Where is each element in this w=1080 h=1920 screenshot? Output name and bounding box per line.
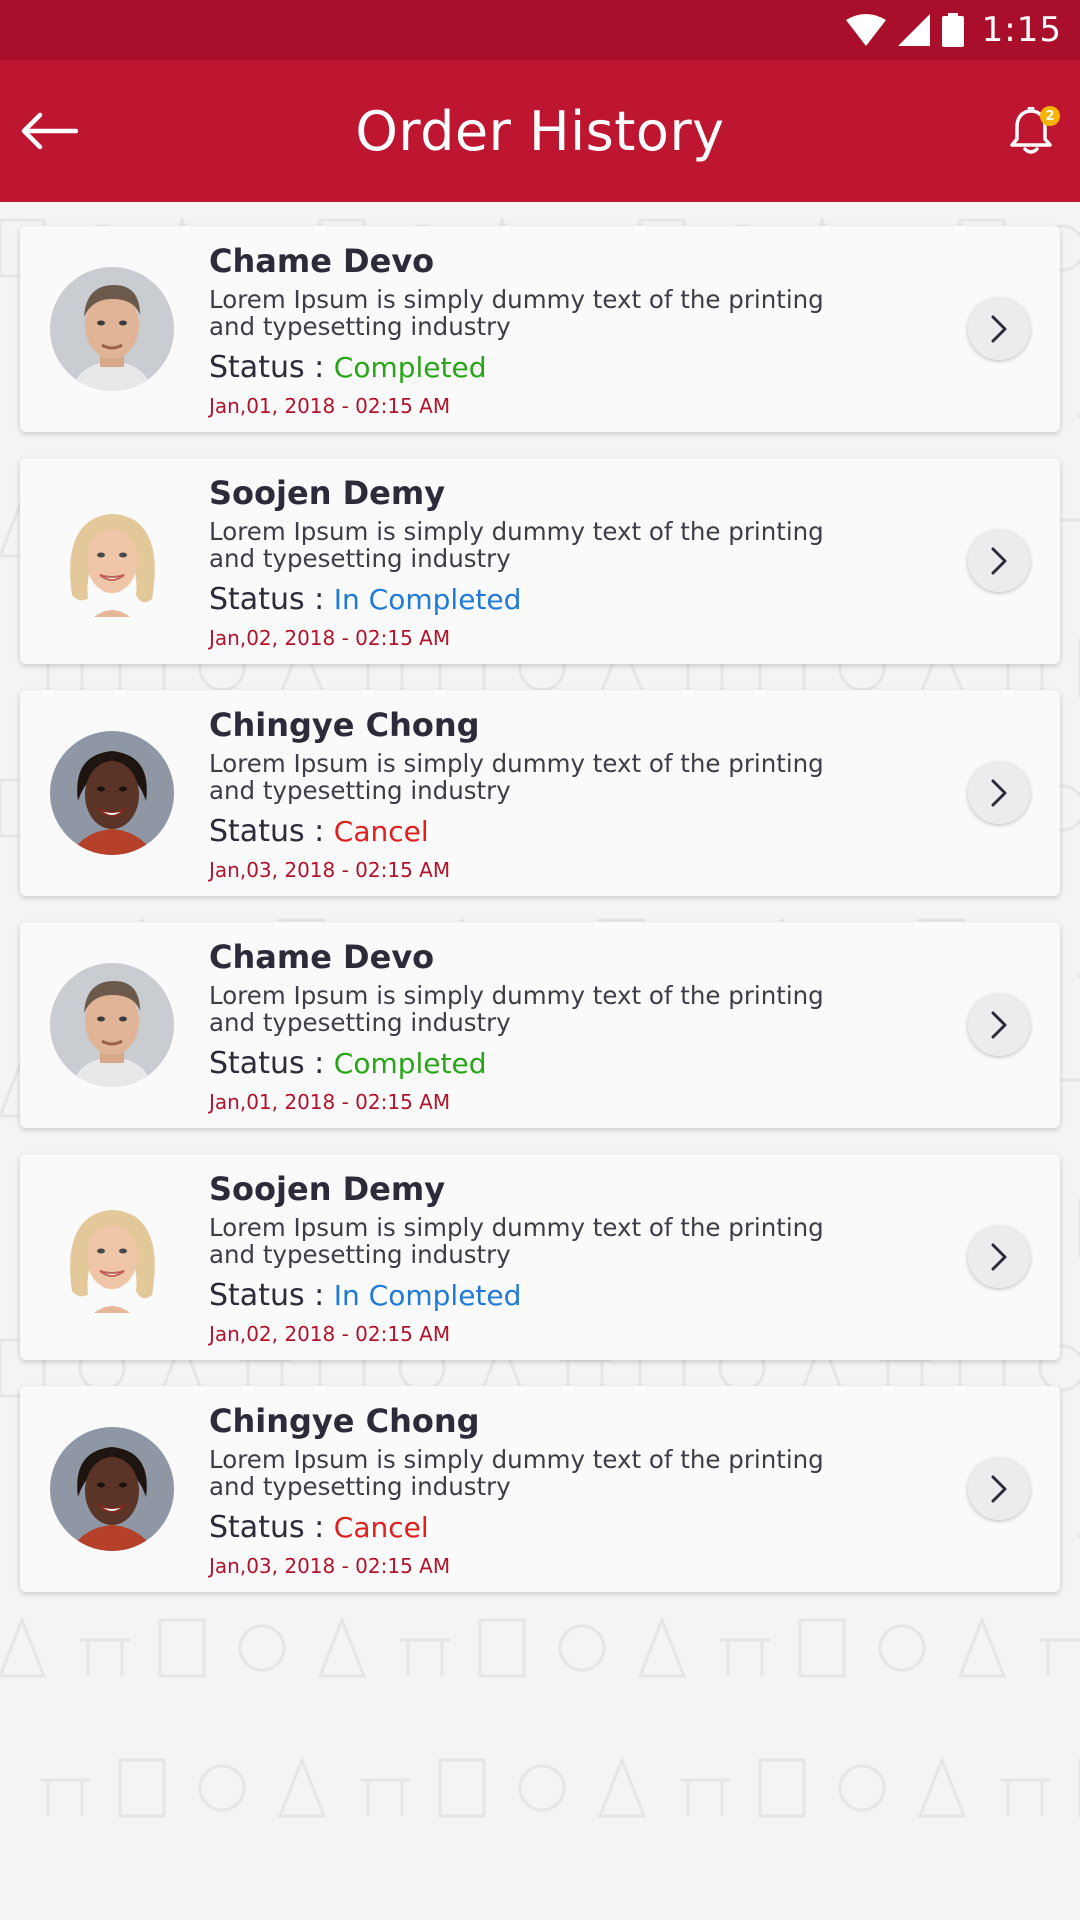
open-order-button[interactable] xyxy=(968,1458,1030,1520)
order-description: Lorem Ipsum is simply dummy text of the … xyxy=(209,749,824,805)
order-description: Lorem Ipsum is simply dummy text of the … xyxy=(209,517,824,573)
order-date: Jan,03, 2018 - 02:15 AM xyxy=(209,858,451,882)
status-value: Cancel xyxy=(333,1511,429,1544)
order-card-1[interactable]: Chame Devo Lorem Ipsum is simply dummy t… xyxy=(20,226,1060,432)
open-order-button[interactable] xyxy=(968,1226,1030,1288)
order-description: Lorem Ipsum is simply dummy text of the … xyxy=(209,1445,824,1501)
open-order-button[interactable] xyxy=(968,762,1030,824)
back-arrow-icon xyxy=(21,112,78,150)
open-order-button[interactable] xyxy=(968,298,1030,360)
status-label: Status : xyxy=(209,1046,334,1081)
man-avatar xyxy=(50,267,174,391)
customer-name: Chame Devo xyxy=(209,242,435,280)
status-line: Status : In Completed xyxy=(209,580,869,620)
status-value: Completed xyxy=(333,351,487,384)
order-description: Lorem Ipsum is simply dummy text of the … xyxy=(209,1213,824,1269)
signal-icon xyxy=(897,14,930,46)
status-value: In Completed xyxy=(333,1279,522,1312)
dark-woman-avatar xyxy=(50,1427,174,1551)
order-date: Jan,02, 2018 - 02:15 AM xyxy=(209,626,451,650)
status-label: Status : xyxy=(209,1510,334,1545)
order-card-6[interactable]: Chingye Chong Lorem Ipsum is simply dumm… xyxy=(20,1386,1060,1592)
status-line: Status : Cancel xyxy=(209,1508,869,1548)
chevron-right-icon xyxy=(991,315,1007,343)
order-info: Chingye Chong Lorem Ipsum is simply dumm… xyxy=(209,1400,869,1580)
status-value: In Completed xyxy=(333,583,522,616)
wifi-icon xyxy=(845,14,886,46)
order-description: Lorem Ipsum is simply dummy text of the … xyxy=(209,285,824,341)
status-bar: 1:15 xyxy=(0,0,1080,60)
order-history-screen: 1:15 Order History 2 Chame Devo Lorem Ip… xyxy=(0,0,1080,1920)
order-card-2[interactable]: Soojen Demy Lorem Ipsum is simply dummy … xyxy=(20,458,1060,664)
customer-name: Chame Devo xyxy=(209,938,435,976)
back-button[interactable] xyxy=(18,100,80,162)
status-line: Status : Completed xyxy=(209,1044,869,1084)
status-line: Status : Cancel xyxy=(209,812,869,852)
customer-name: Soojen Demy xyxy=(209,1170,446,1208)
battery-icon xyxy=(941,13,964,47)
order-date: Jan,01, 2018 - 02:15 AM xyxy=(209,394,451,418)
page-title: Order History xyxy=(355,99,725,163)
dark-woman-avatar xyxy=(50,731,174,855)
order-description: Lorem Ipsum is simply dummy text of the … xyxy=(209,981,824,1037)
chevron-right-icon xyxy=(991,1011,1007,1039)
order-list: Chame Devo Lorem Ipsum is simply dummy t… xyxy=(20,226,1060,1618)
notification-badge: 2 xyxy=(1040,106,1060,126)
status-line: Status : In Completed xyxy=(209,1276,869,1316)
status-label: Status : xyxy=(209,814,334,849)
order-info: Soojen Demy Lorem Ipsum is simply dummy … xyxy=(209,472,869,652)
status-value: Cancel xyxy=(333,815,429,848)
order-card-4[interactable]: Chame Devo Lorem Ipsum is simply dummy t… xyxy=(20,922,1060,1128)
status-line: Status : Completed xyxy=(209,348,869,388)
open-order-button[interactable] xyxy=(968,994,1030,1056)
order-date: Jan,03, 2018 - 02:15 AM xyxy=(209,1554,451,1578)
chevron-right-icon xyxy=(991,779,1007,807)
notifications-button[interactable]: 2 xyxy=(1000,100,1062,162)
order-info: Chingye Chong Lorem Ipsum is simply dumm… xyxy=(209,704,869,884)
order-date: Jan,02, 2018 - 02:15 AM xyxy=(209,1322,451,1346)
order-info: Chame Devo Lorem Ipsum is simply dummy t… xyxy=(209,936,869,1116)
customer-name: Chingye Chong xyxy=(209,706,480,744)
blonde-woman-avatar xyxy=(50,499,174,623)
chevron-right-icon xyxy=(991,547,1007,575)
order-info: Chame Devo Lorem Ipsum is simply dummy t… xyxy=(209,240,869,420)
customer-name: Chingye Chong xyxy=(209,1402,480,1440)
chevron-right-icon xyxy=(991,1475,1007,1503)
status-value: Completed xyxy=(333,1047,487,1080)
order-info: Soojen Demy Lorem Ipsum is simply dummy … xyxy=(209,1168,869,1348)
blonde-woman-avatar xyxy=(50,1195,174,1319)
status-label: Status : xyxy=(209,582,334,617)
order-card-3[interactable]: Chingye Chong Lorem Ipsum is simply dumm… xyxy=(20,690,1060,896)
man-avatar xyxy=(50,963,174,1087)
order-card-5[interactable]: Soojen Demy Lorem Ipsum is simply dummy … xyxy=(20,1154,1060,1360)
status-label: Status : xyxy=(209,350,334,385)
status-time: 1:15 xyxy=(981,10,1062,50)
chevron-right-icon xyxy=(991,1243,1007,1271)
customer-name: Soojen Demy xyxy=(209,474,446,512)
order-date: Jan,01, 2018 - 02:15 AM xyxy=(209,1090,451,1114)
app-bar: Order History 2 xyxy=(0,60,1080,202)
open-order-button[interactable] xyxy=(968,530,1030,592)
status-label: Status : xyxy=(209,1278,334,1313)
